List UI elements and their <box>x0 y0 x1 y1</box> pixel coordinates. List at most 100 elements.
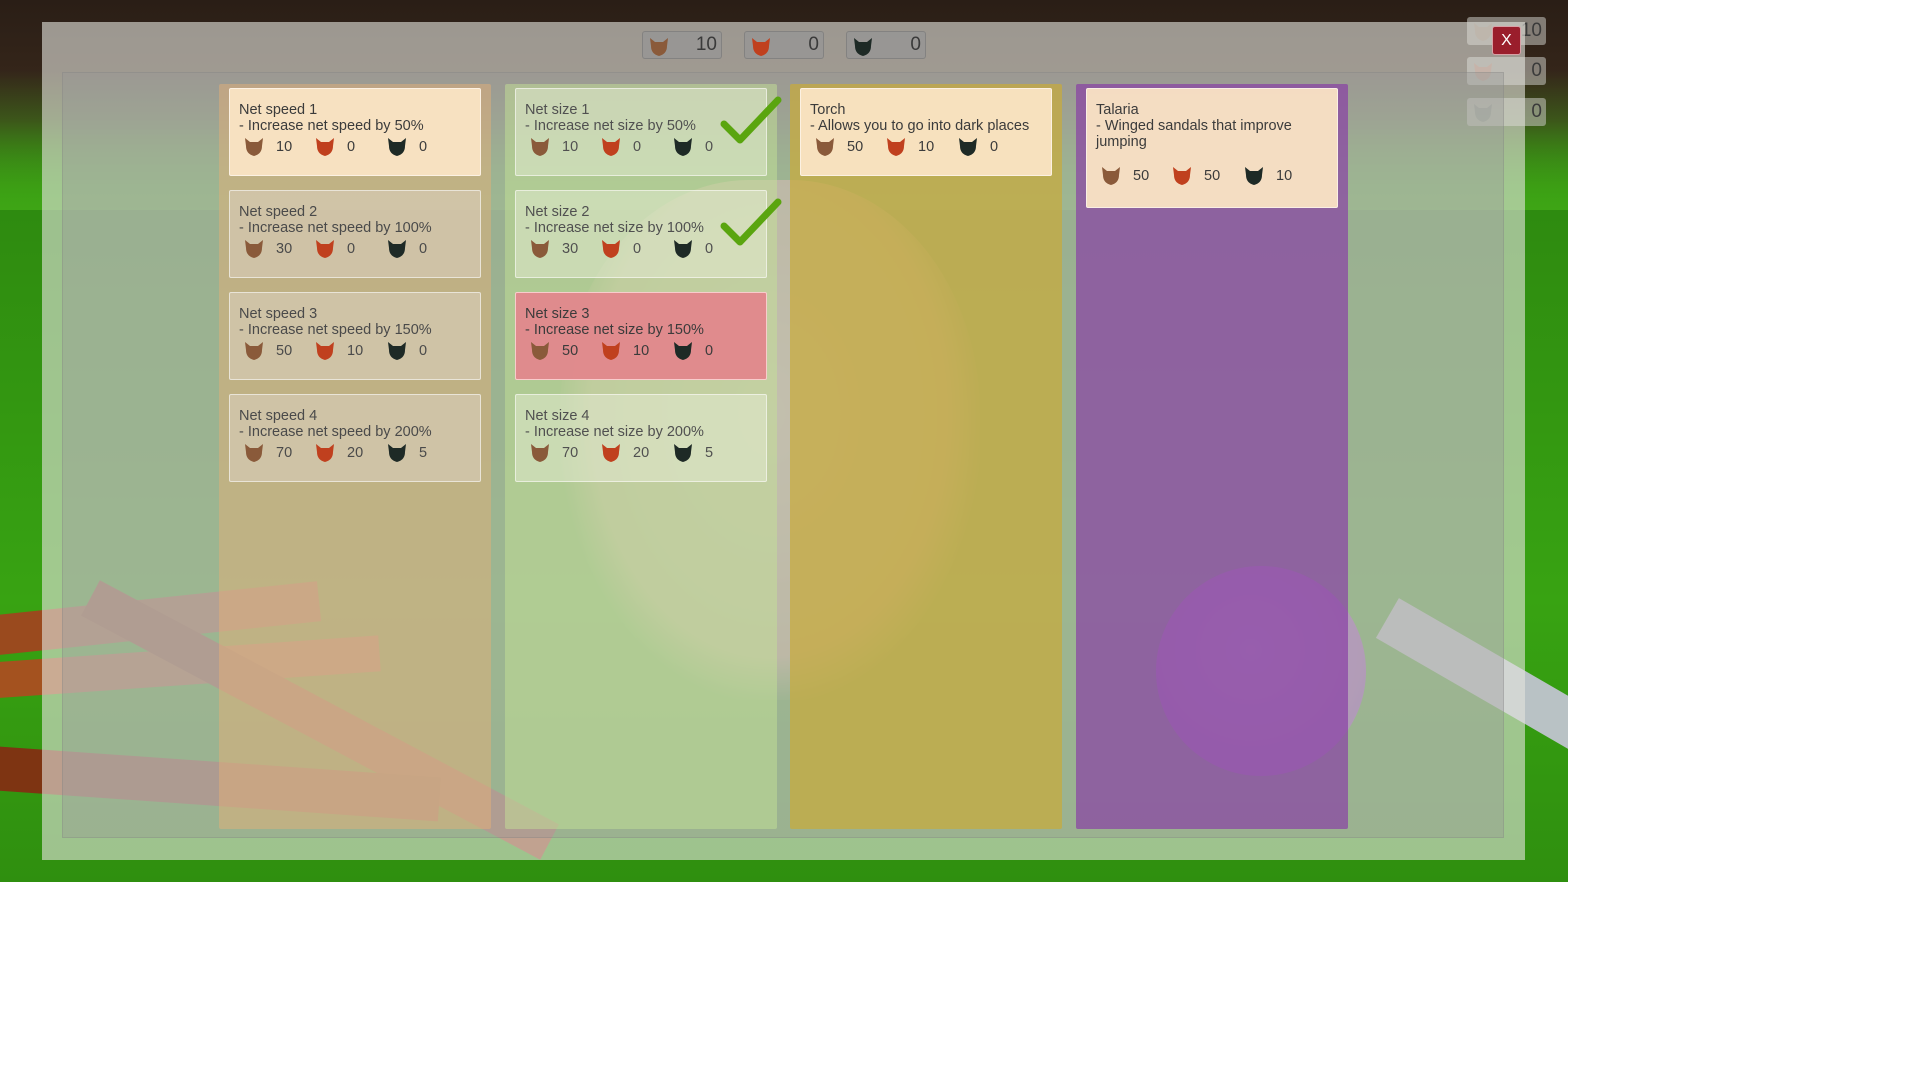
cost-value: 50 <box>562 343 579 359</box>
red-critter-icon <box>749 35 773 59</box>
resource-dark-count: 0 <box>910 34 921 55</box>
card-description: - Winged sandals that improve jumping <box>1096 118 1292 150</box>
dark-critter-icon <box>671 237 695 261</box>
red-critter-icon <box>313 339 337 363</box>
cost-value: 10 <box>633 343 650 359</box>
cost-value: 0 <box>633 241 642 257</box>
dark-critter-icon <box>671 135 695 159</box>
cost-value: 0 <box>347 241 356 257</box>
cost-value: 0 <box>990 139 999 155</box>
upgrade-card-net-size-4[interactable]: Net size 4 - Increase net size by 200% 7… <box>515 394 767 482</box>
red-critter-icon <box>599 339 623 363</box>
cost-value: 20 <box>633 445 650 461</box>
upgrade-card-net-speed-1[interactable]: Net speed 1 - Increase net speed by 50% … <box>229 88 481 176</box>
cost-value: 70 <box>276 445 293 461</box>
dark-critter-icon <box>671 339 695 363</box>
card-description: - Increase net speed by 150% <box>239 322 432 338</box>
cost-value: 70 <box>562 445 579 461</box>
cost-value: 0 <box>419 241 428 257</box>
column-tools: Torch - Allows you to go into dark place… <box>790 84 1062 829</box>
resource-red-count: 0 <box>808 34 819 55</box>
resource-brown: 10 <box>642 31 722 59</box>
resource-brown-count: 10 <box>695 34 717 55</box>
cost-value: 30 <box>562 241 579 257</box>
brown-critter-icon <box>528 339 552 363</box>
card-description: - Increase net speed by 50% <box>239 118 424 134</box>
card-title: Net speed 1 <box>239 102 318 118</box>
close-button[interactable]: X <box>1492 26 1521 55</box>
dark-critter-icon <box>385 237 409 261</box>
card-description: - Increase net speed by 100% <box>239 220 432 236</box>
cost-value: 5 <box>705 445 714 461</box>
cost-value: 50 <box>1204 168 1221 184</box>
cost-value: 20 <box>347 445 364 461</box>
dark-critter-icon <box>956 135 980 159</box>
red-critter-icon <box>313 237 337 261</box>
upgrade-card-net-speed-4[interactable]: Net speed 4 - Increase net speed by 200%… <box>229 394 481 482</box>
checkmark-icon <box>720 198 782 246</box>
card-description: - Allows you to go into dark places <box>810 118 1030 134</box>
brown-critter-icon <box>647 35 671 59</box>
cost-value: 5 <box>419 445 428 461</box>
red-critter-icon <box>313 135 337 159</box>
cost-value: 10 <box>562 139 579 155</box>
upgrade-card-net-size-3[interactable]: Net size 3 - Increase net size by 150% 5… <box>515 292 767 380</box>
card-title: Net size 3 <box>525 306 590 322</box>
red-critter-icon <box>1170 164 1194 188</box>
cost-value: 0 <box>347 139 356 155</box>
cost-value: 50 <box>276 343 293 359</box>
column-net-speed: Net speed 1 - Increase net speed by 50% … <box>219 84 491 829</box>
upgrade-card-net-speed-2[interactable]: Net speed 2 - Increase net speed by 100%… <box>229 190 481 278</box>
upgrade-card-torch[interactable]: Torch - Allows you to go into dark place… <box>800 88 1052 176</box>
hud-counter-value: 0 <box>1531 60 1542 81</box>
red-critter-icon <box>599 441 623 465</box>
card-description: - Increase net size by 150% <box>525 322 704 338</box>
cost-value: 10 <box>276 139 293 155</box>
dark-critter-icon <box>851 35 875 59</box>
card-title: Torch <box>810 102 846 118</box>
red-critter-icon <box>313 441 337 465</box>
column-gear: Talaria - Winged sandals that improve ju… <box>1076 84 1348 829</box>
cost-value: 0 <box>419 139 428 155</box>
upgrade-card-net-speed-3[interactable]: Net speed 3 - Increase net speed by 150%… <box>229 292 481 380</box>
cost-value: 0 <box>705 139 714 155</box>
red-critter-icon <box>599 237 623 261</box>
brown-critter-icon <box>813 135 837 159</box>
dark-critter-icon <box>385 135 409 159</box>
card-title: Net size 4 <box>525 408 590 424</box>
card-title: Net speed 4 <box>239 408 318 424</box>
cost-value: 10 <box>1276 168 1293 184</box>
dark-critter-icon <box>385 339 409 363</box>
cost-value: 0 <box>705 343 714 359</box>
dark-critter-icon <box>671 441 695 465</box>
card-description: - Increase net size by 200% <box>525 424 704 440</box>
cost-value: 50 <box>1133 168 1150 184</box>
cost-value: 0 <box>705 241 714 257</box>
resource-dark: 0 <box>846 31 926 59</box>
cost-value: 10 <box>918 139 935 155</box>
hud-counter-value: 0 <box>1531 101 1542 122</box>
red-critter-icon <box>599 135 623 159</box>
dark-critter-icon <box>385 441 409 465</box>
card-description: - Increase net speed by 200% <box>239 424 432 440</box>
brown-critter-icon <box>242 237 266 261</box>
cost-value: 0 <box>419 343 428 359</box>
upgrade-card-talaria[interactable]: Talaria - Winged sandals that improve ju… <box>1086 88 1338 208</box>
cost-value: 50 <box>847 139 864 155</box>
brown-critter-icon <box>528 135 552 159</box>
column-net-size: Net size 1 - Increase net size by 50% 10… <box>505 84 777 829</box>
game-scene-background: 10 0 0 10 0 0 X Net speed 1 - Increase n… <box>0 0 1568 882</box>
checkmark-icon <box>720 96 782 144</box>
dark-critter-icon <box>1242 164 1266 188</box>
brown-critter-icon <box>528 441 552 465</box>
brown-critter-icon <box>242 441 266 465</box>
card-title: Net speed 3 <box>239 306 318 322</box>
card-title: Talaria <box>1096 102 1139 118</box>
brown-critter-icon <box>528 237 552 261</box>
cost-value: 10 <box>347 343 364 359</box>
red-critter-icon <box>884 135 908 159</box>
brown-critter-icon <box>242 339 266 363</box>
brown-critter-icon <box>242 135 266 159</box>
card-title: Net speed 2 <box>239 204 318 220</box>
cost-value: 0 <box>633 139 642 155</box>
